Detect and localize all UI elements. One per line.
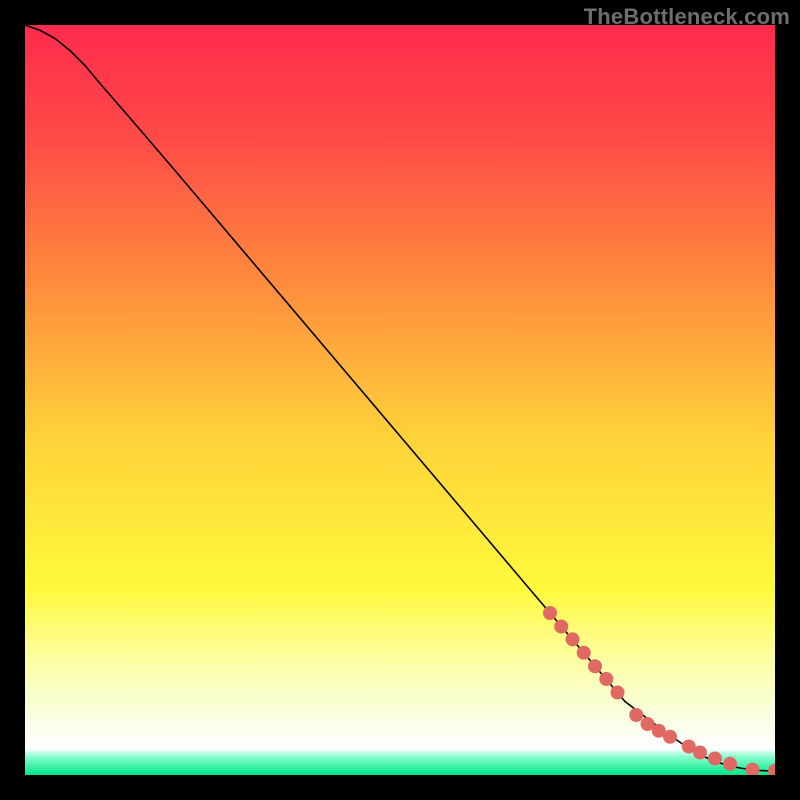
data-point [577,646,591,660]
data-point [543,606,557,620]
data-point [693,746,707,760]
data-point [599,672,613,686]
chart-stage: TheBottleneck.com [0,0,800,800]
data-point [663,730,677,744]
data-point [611,686,625,700]
data-point [708,752,722,766]
chart-plot-area [25,25,775,775]
data-point [588,659,602,673]
data-point [629,708,643,722]
data-point [723,757,737,771]
data-point [566,632,580,646]
chart-svg [25,25,775,775]
gradient-background [25,25,775,775]
data-point [554,620,568,634]
